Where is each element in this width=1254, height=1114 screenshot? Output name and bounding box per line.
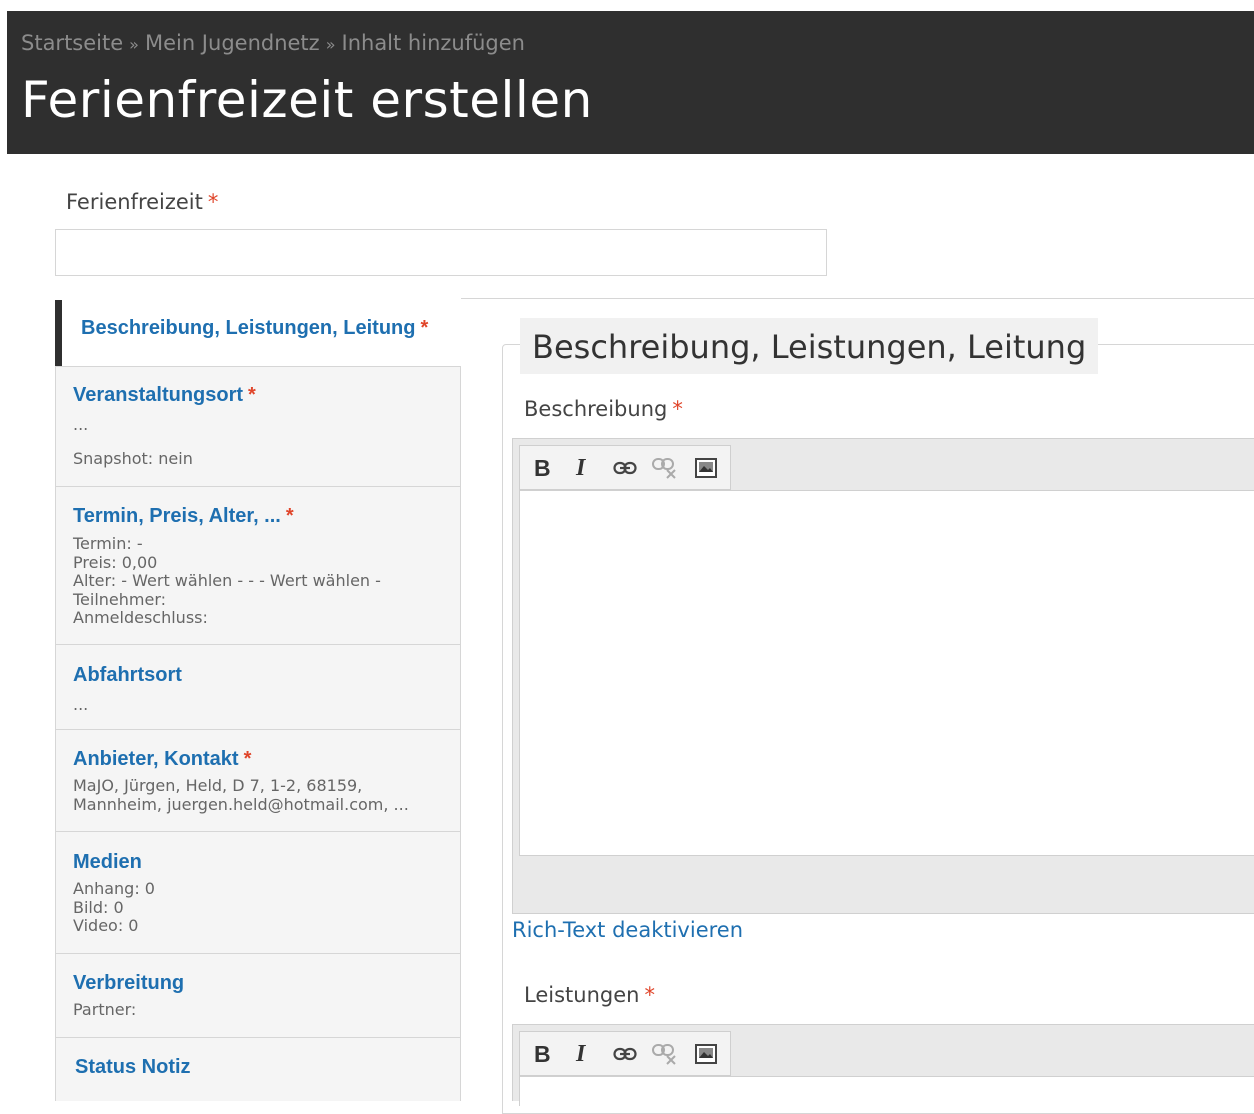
description-editor: B I bbox=[512, 438, 1254, 914]
tab-summary: ... Snapshot: nein bbox=[73, 415, 193, 468]
italic-button[interactable]: I bbox=[576, 453, 585, 483]
tab-status-note[interactable]: Status Notiz bbox=[55, 1038, 461, 1101]
tab-title: Verbreitung bbox=[73, 972, 185, 994]
title-field-label: Ferienfreizeit * bbox=[66, 190, 219, 214]
description-textarea[interactable] bbox=[519, 490, 1254, 856]
breadcrumb-my-jugendnetz[interactable]: Mein Jugendnetz bbox=[145, 31, 320, 55]
tab-summary: Termin: - Preis: 0,00 Alter: - Wert wähl… bbox=[73, 534, 381, 627]
required-marker: * bbox=[243, 748, 252, 770]
breadcrumb-separator: » bbox=[129, 35, 139, 54]
services-editor: B I bbox=[512, 1024, 1254, 1106]
tab-provider-contact[interactable]: Anbieter, Kontakt * MaJO, Jürgen, Held, D… bbox=[55, 730, 461, 832]
page-title: Ferienfreizeit erstellen bbox=[21, 71, 593, 129]
breadcrumb: Startseite » Mein Jugendnetz » Inhalt hinzuf… bbox=[21, 31, 525, 55]
tab-summary: ... bbox=[73, 695, 89, 714]
tab-title: Veranstaltungsort * bbox=[73, 384, 256, 406]
tab-distribution[interactable]: Verbreitung Partner: bbox=[55, 954, 461, 1038]
unlink-icon[interactable] bbox=[652, 453, 678, 483]
required-marker: * bbox=[207, 190, 219, 214]
breadcrumb-home[interactable]: Startseite bbox=[21, 31, 123, 55]
italic-button[interactable]: I bbox=[576, 1039, 585, 1069]
tab-media[interactable]: Medien Anhang: 0 Bild: 0 Video: 0 bbox=[55, 832, 461, 954]
bold-button[interactable]: B bbox=[534, 1039, 551, 1069]
required-marker: * bbox=[672, 397, 683, 421]
vertical-tabs: Beschreibung, Leistungen, Leitung * Veran… bbox=[55, 300, 461, 1101]
tab-date-price-age[interactable]: Termin, Preis, Alter, ... * Termin: - Pre… bbox=[55, 487, 461, 645]
tab-title: Medien bbox=[73, 851, 142, 873]
tabs-divider bbox=[461, 298, 1254, 299]
tab-title: Abfahrtsort bbox=[73, 664, 182, 686]
image-icon[interactable] bbox=[694, 1039, 718, 1069]
tab-title: Beschreibung, Leistungen, Leitung * bbox=[81, 317, 429, 339]
description-label: Beschreibung * bbox=[524, 397, 683, 421]
image-icon[interactable] bbox=[694, 453, 718, 483]
editor-toolbar: B I bbox=[519, 1031, 731, 1076]
tab-description[interactable]: Beschreibung, Leistungen, Leitung * bbox=[55, 300, 461, 366]
services-label: Leistungen * bbox=[524, 983, 655, 1007]
services-textarea[interactable] bbox=[519, 1076, 1254, 1106]
required-marker: * bbox=[248, 384, 256, 406]
link-icon[interactable] bbox=[612, 453, 638, 483]
tab-venue[interactable]: Veranstaltungsort * ... Snapshot: nein bbox=[55, 366, 461, 487]
page-header: Startseite » Mein Jugendnetz » Inhalt hinzuf… bbox=[7, 11, 1254, 154]
tab-summary: Anhang: 0 Bild: 0 Video: 0 bbox=[73, 879, 155, 935]
breadcrumb-separator: » bbox=[325, 35, 336, 54]
disable-richtext-link[interactable]: Rich-Text deaktivieren bbox=[512, 918, 743, 942]
tab-departure-place[interactable]: Abfahrtsort ... bbox=[55, 645, 461, 730]
tab-summary: Partner: bbox=[73, 1000, 137, 1019]
bold-button[interactable]: B bbox=[534, 453, 551, 483]
tab-title: Status Notiz bbox=[75, 1056, 191, 1078]
required-marker: * bbox=[420, 317, 429, 339]
tab-summary: MaJO, Jürgen, Held, D 7, 1-2, 68159, Man… bbox=[73, 776, 409, 814]
fieldset-legend: Beschreibung, Leistungen, Leitung bbox=[520, 318, 1099, 374]
title-input[interactable] bbox=[55, 229, 827, 276]
required-marker: * bbox=[644, 983, 655, 1007]
required-marker: * bbox=[285, 505, 294, 527]
unlink-icon[interactable] bbox=[652, 1039, 678, 1069]
tab-title: Anbieter, Kontakt * bbox=[73, 748, 252, 770]
tab-title: Termin, Preis, Alter, ... * bbox=[73, 505, 294, 527]
editor-toolbar: B I bbox=[519, 445, 731, 490]
link-icon[interactable] bbox=[612, 1039, 638, 1069]
breadcrumb-add-content[interactable]: Inhalt hinzufügen bbox=[342, 31, 525, 55]
